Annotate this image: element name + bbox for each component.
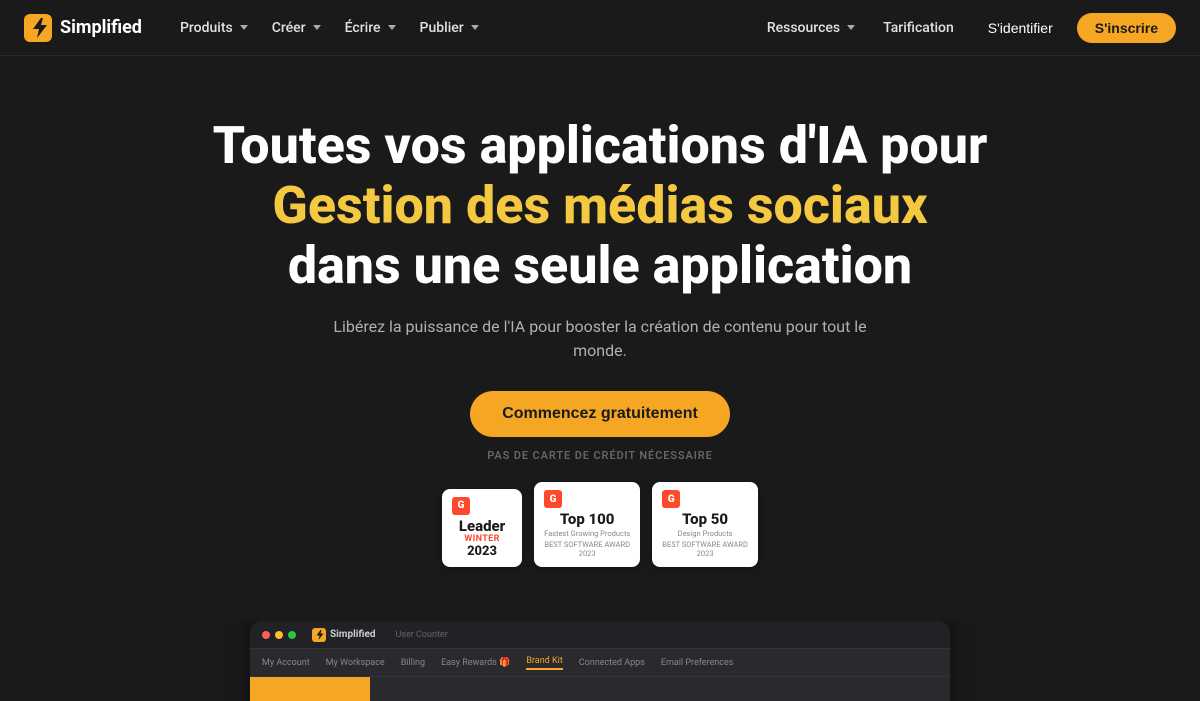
- app-tab-connected[interactable]: Connected Apps: [579, 658, 645, 668]
- app-preview-section: Simplified User Counter My Account My Wo…: [0, 621, 1200, 701]
- app-tab-rewards[interactable]: Easy Rewards 🎁: [441, 658, 510, 668]
- nav-right: Ressources Tarification S'identifier S'i…: [757, 13, 1176, 43]
- app-window: Simplified User Counter My Account My Wo…: [250, 621, 950, 701]
- nav-item-ecrire[interactable]: Écrire: [335, 14, 406, 42]
- nav-item-creer[interactable]: Créer: [262, 14, 331, 42]
- app-sidebar: [250, 677, 370, 701]
- app-tab-billing[interactable]: Billing: [401, 658, 425, 668]
- nav-item-publier[interactable]: Publier: [410, 14, 489, 42]
- badge-award-3: BEST SOFTWARE AWARD2023: [662, 540, 748, 560]
- badge-subtitle-2: Fastest Growing Products: [544, 529, 630, 539]
- nav-menu-left: Produits Créer Écrire Publier: [170, 14, 489, 42]
- badge-title-2: Top 100: [560, 511, 615, 528]
- g2-icon: G: [452, 497, 470, 515]
- g2-icon-2: G: [544, 490, 562, 508]
- hero-title-line1: Toutes vos applications d'IA pour: [213, 115, 988, 176]
- nav-item-produits[interactable]: Produits: [170, 14, 258, 42]
- no-card-label: PAS DE CARTE DE CRÉDIT NÉCESSAIRE: [487, 449, 712, 462]
- app-user-label: User Counter: [396, 630, 448, 640]
- chevron-icon: [313, 25, 321, 30]
- navbar: Simplified Produits Créer Écrire Publier…: [0, 0, 1200, 56]
- badge-leader: G Leader WINTER 2023: [442, 489, 522, 568]
- chevron-icon: [240, 25, 248, 30]
- chevron-icon: [471, 25, 479, 30]
- badge-year-1: 2023: [467, 544, 497, 559]
- badges-container: G Leader WINTER 2023 G Top 100 Fastest G…: [442, 482, 758, 567]
- badge-title-1: Leader: [459, 518, 505, 535]
- app-window-bar: Simplified User Counter: [250, 621, 950, 649]
- window-controls: [262, 631, 296, 639]
- app-tab-email[interactable]: Email Preferences: [661, 658, 734, 668]
- app-tab-brandkit[interactable]: Brand Kit: [526, 656, 562, 670]
- logo-icon: [24, 14, 52, 42]
- dot-expand: [288, 631, 296, 639]
- register-button[interactable]: S'inscrire: [1077, 13, 1176, 43]
- badge-award-2: BEST SOFTWARE AWARD2023: [544, 540, 630, 560]
- app-logo-text: Simplified: [330, 629, 376, 640]
- g2-icon-3: G: [662, 490, 680, 508]
- app-main-area: [370, 677, 950, 701]
- badge-subtitle-3: Design Products: [678, 529, 733, 539]
- hero-subtitle: Libérez la puissance de l'IA pour booste…: [320, 315, 880, 363]
- app-tab-account[interactable]: My Account: [262, 658, 310, 668]
- app-tab-workspace[interactable]: My Workspace: [326, 658, 385, 668]
- chevron-icon: [847, 25, 855, 30]
- app-logo: Simplified: [312, 628, 376, 642]
- nav-item-tarification[interactable]: Tarification: [873, 14, 964, 42]
- dot-minimize: [275, 631, 283, 639]
- cta-button[interactable]: Commencez gratuitement: [470, 391, 730, 437]
- badge-top100: G Top 100 Fastest Growing Products BEST …: [534, 482, 640, 567]
- app-tabs: My Account My Workspace Billing Easy Rew…: [250, 649, 950, 677]
- app-logo-icon: [312, 628, 326, 642]
- badge-season-1: WINTER: [464, 534, 499, 544]
- hero-section: Toutes vos applications d'IA pour Gestio…: [0, 56, 1200, 621]
- nav-left: Simplified Produits Créer Écrire Publier: [24, 14, 489, 42]
- nav-item-ressources[interactable]: Ressources: [757, 14, 865, 42]
- hero-title-line3: dans une seule application: [288, 235, 912, 296]
- logo-link[interactable]: Simplified: [24, 14, 142, 42]
- chevron-icon: [388, 25, 396, 30]
- hero-title-line2: Gestion des médias sociaux: [272, 175, 927, 236]
- badge-top50: G Top 50 Design Products BEST SOFTWARE A…: [652, 482, 758, 567]
- badge-title-3: Top 50: [682, 511, 728, 528]
- brand-name: Simplified: [60, 17, 142, 38]
- signin-button[interactable]: S'identifier: [972, 13, 1069, 43]
- hero-title: Toutes vos applications d'IA pour Gestio…: [213, 116, 988, 295]
- app-content: [250, 677, 950, 701]
- dot-close: [262, 631, 270, 639]
